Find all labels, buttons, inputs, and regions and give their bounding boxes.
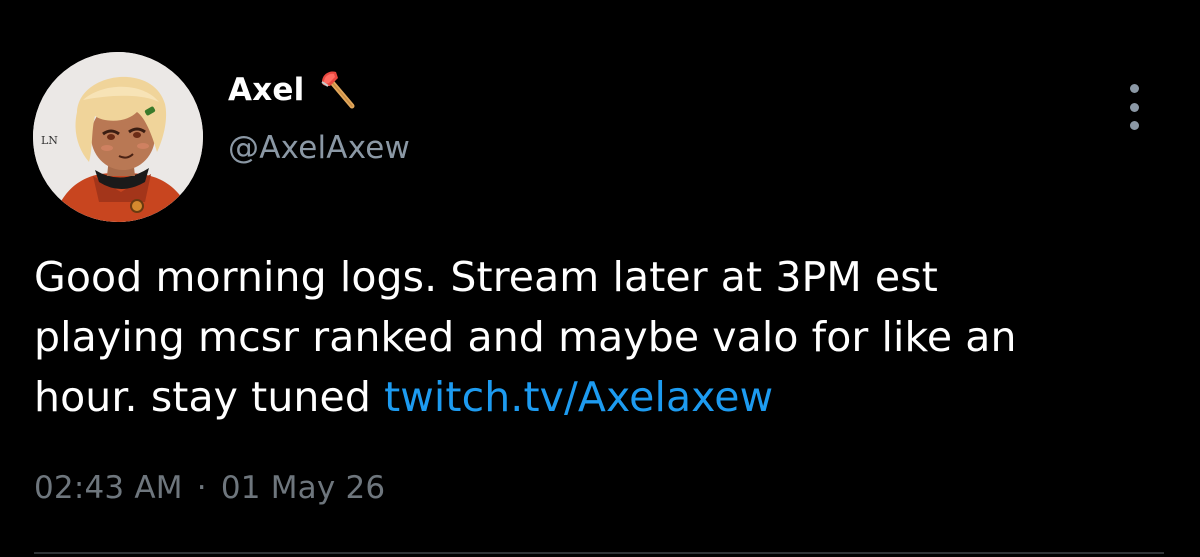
tweet-text-line: playing mcsr ranked and maybe valo for l… [34, 313, 1017, 361]
tweet-metadata: 02:43 AM · 01 May 26 [34, 470, 385, 506]
twitch-link[interactable]: twitch.tv/Axelaxew [384, 373, 773, 421]
tweet: LN Axel @AxelAxew Good morning logs. Str… [0, 0, 1200, 557]
meta-separator: · [196, 470, 207, 506]
author-handle[interactable]: @AxelAxew [228, 130, 410, 166]
tweet-text: Good morning logs. Stream later at 3PM e… [34, 247, 1164, 427]
avatar[interactable]: LN [33, 52, 203, 222]
tweet-date[interactable]: 01 May 26 [221, 470, 386, 506]
display-name[interactable]: Axel [228, 72, 304, 108]
divider [34, 552, 1164, 554]
tweet-text-segment: hour. stay tuned [34, 373, 385, 421]
author-name-row[interactable]: Axel [228, 66, 360, 114]
avatar-image: LN [33, 52, 203, 222]
tweet-text-line: Good morning logs. Stream later at 3PM e… [34, 253, 938, 301]
svg-text:LN: LN [41, 134, 58, 147]
tweet-time[interactable]: 02:43 AM [34, 470, 183, 506]
axe-emoji-icon [316, 68, 360, 112]
vertical-ellipsis-icon [1129, 84, 1139, 93]
vertical-ellipsis-icon [1129, 102, 1139, 112]
tweet-text-line-with-link: hour. stay tuned twitch.tv/Axelaxew [34, 367, 1164, 427]
vertical-ellipsis-icon [1129, 121, 1139, 130]
more-options-button[interactable] [1114, 82, 1154, 132]
